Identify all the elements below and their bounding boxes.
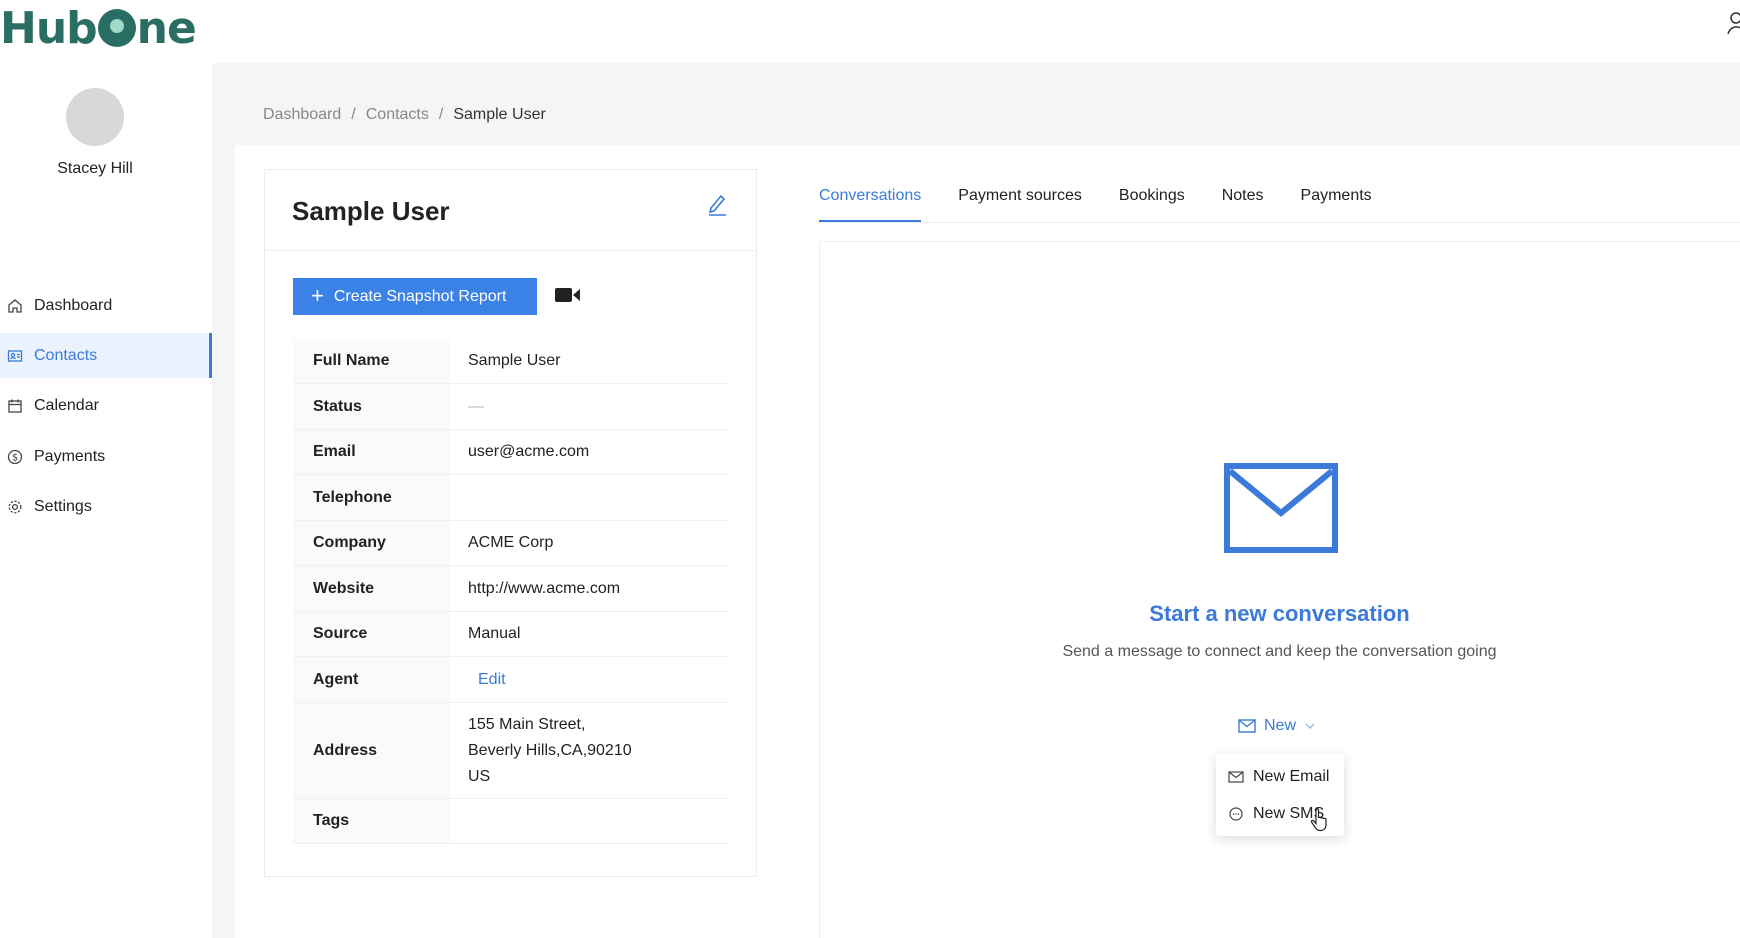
field-key: Telephone [293,475,450,520]
field-row-tags: Tags [293,799,728,844]
sidebar-user-name: Stacey Hill [57,160,133,177]
card-divider [265,250,756,251]
contacts-icon [6,347,24,365]
sidebar-item-label: Dashboard [34,296,113,314]
sidebar-item-label: Settings [34,497,92,515]
breadcrumb-contacts[interactable]: Contacts [366,106,429,124]
logo-o-mark [97,9,136,47]
field-row-full-name: Full Name Sample User [293,339,728,384]
edit-pencil-icon[interactable] [706,192,728,216]
field-row-company: Company ACME Corp [293,521,728,566]
sidebar-item-calendar[interactable]: Calendar [0,383,212,428]
field-key: Address [293,703,450,798]
breadcrumb-current: Sample User [453,106,546,123]
contact-info-table: Full Name Sample User Status — Email use… [293,339,728,844]
field-key: Full Name [293,339,450,383]
create-snapshot-report-button[interactable]: + Create Snapshot Report [293,278,537,315]
field-value: 155 Main Street, Beverly Hills,CA,90210 … [450,703,728,798]
field-value: Manual [468,625,521,642]
hubone-logo[interactable]: Hub ne [0,2,197,54]
field-row-agent: Agent Edit [293,657,728,703]
agent-edit-link[interactable]: Edit [450,657,728,702]
contact-title: Sample User [292,196,450,226]
plus-icon: + [311,282,324,308]
sidebar-item-payments[interactable]: $ Payments [0,434,212,479]
tab-payment-sources[interactable]: Payment sources [958,183,1082,223]
address-line: US [468,767,491,785]
user-menu-icon[interactable] [1726,10,1740,36]
mail-icon [1228,771,1244,783]
field-value: — [468,397,484,415]
field-row-source: Source Manual [293,612,728,657]
address-line: 155 Main Street, [468,715,586,733]
breadcrumb-dashboard[interactable]: Dashboard [263,106,341,124]
tab-bookings[interactable]: Bookings [1119,183,1185,223]
contact-tabs: Conversations Payment sources Bookings N… [819,183,1372,223]
field-value[interactable]: http://www.acme.com [450,566,728,611]
field-key: Status [293,384,450,429]
field-key: Email [293,430,450,474]
mail-icon [1238,719,1256,733]
video-camera-icon[interactable] [555,286,581,304]
address-line: Beverly Hills,CA,90210 [468,741,632,759]
contact-card: Sample User + Create Snapshot Report Ful… [264,169,757,877]
breadcrumb-separator: / [351,106,356,123]
field-key: Tags [293,799,450,843]
snapshot-button-label: Create Snapshot Report [333,287,507,305]
conversation-empty-subtitle: Send a message to connect and keep the c… [1062,643,1497,660]
sidebar-item-dashboard[interactable]: Dashboard [0,283,212,328]
field-value[interactable]: user@acme.com [450,430,728,474]
sidebar-item-label: Payments [34,447,106,465]
field-row-website: Website http://www.acme.com [293,566,728,612]
breadcrumb: Dashboard / Contacts / Sample User [263,106,546,124]
field-key: Website [293,566,450,611]
chevron-down-icon [1304,722,1316,730]
tab-notes[interactable]: Notes [1222,183,1264,223]
field-value [450,475,728,520]
tab-conversations[interactable]: Conversations [819,183,922,223]
field-row-address: Address 155 Main Street, Beverly Hills,C… [293,703,728,799]
chat-bubble-icon [1229,807,1243,821]
menu-item-new-email[interactable]: New Email [1228,766,1329,788]
calendar-icon [6,397,24,415]
dollar-circle-icon: $ [6,448,24,466]
new-dropdown-label: New [1264,717,1297,734]
sidebar-item-label: Calendar [34,396,99,414]
field-value: Sample User [468,352,561,369]
field-row-telephone: Telephone [293,475,728,521]
home-icon [6,297,24,315]
envelope-icon [1224,463,1338,553]
menu-item-label: New Email [1253,768,1330,785]
breadcrumb-separator: / [438,106,444,123]
svg-text:$: $ [12,452,18,463]
top-bar: Hub ne [0,0,1740,63]
tab-payments[interactable]: Payments [1301,183,1372,223]
sidebar-item-contacts[interactable]: Contacts [0,333,212,378]
field-key: Source [293,612,450,656]
conversation-empty-title: Start a new conversation [1149,601,1410,626]
sidebar-item-label: Contacts [34,346,98,364]
field-value: ACME Corp [468,534,554,551]
field-row-email: Email user@acme.com [293,430,728,475]
avatar[interactable] [66,88,124,146]
gear-icon [6,498,24,516]
sidebar: Stacey Hill Dashboard Contacts Calendar … [0,63,212,938]
field-key: Agent [293,657,450,702]
tabs-divider [819,222,1740,223]
field-key: Company [293,521,450,565]
field-value [450,799,728,843]
new-conversation-dropdown[interactable]: New [1238,715,1316,737]
sidebar-item-settings[interactable]: Settings [0,484,212,529]
hand-cursor-icon [1310,808,1327,832]
field-row-status: Status — [293,384,728,430]
